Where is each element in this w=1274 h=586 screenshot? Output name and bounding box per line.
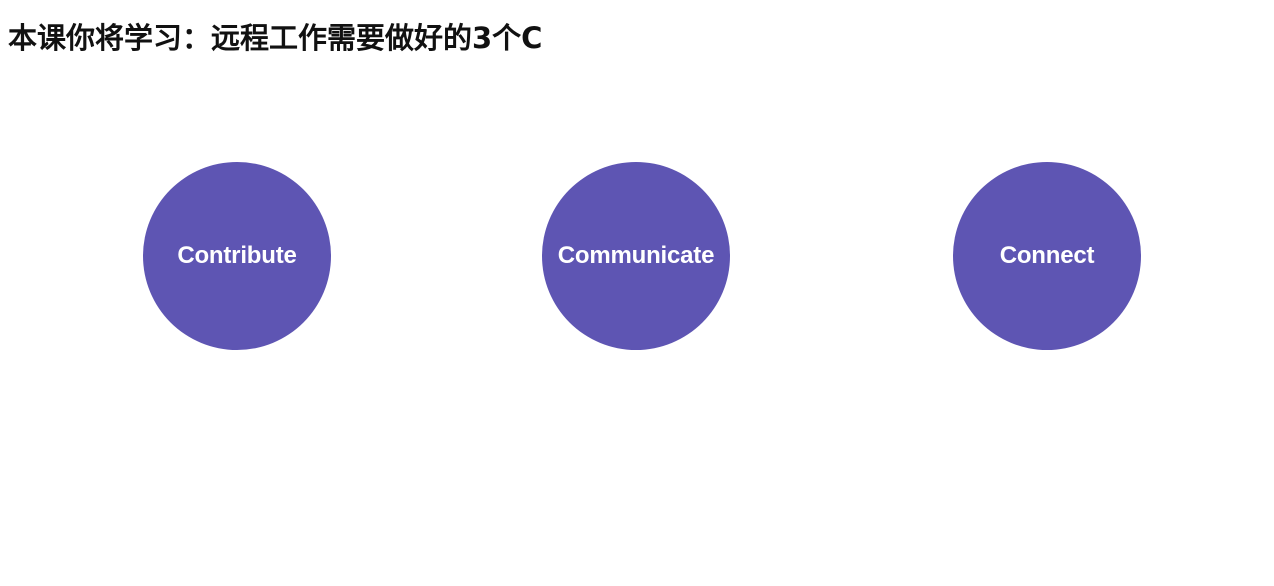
contribute-circle: Contribute — [143, 162, 331, 350]
contribute-label: Contribute — [177, 242, 297, 269]
slide: 本课你将学习：远程工作需要做好的3个C Contribute Communica… — [0, 0, 1274, 586]
three-c-diagram: Contribute Communicate Connect — [0, 0, 1274, 586]
communicate-label: Communicate — [557, 242, 715, 269]
connect-label: Connect — [999, 242, 1095, 269]
connect-circle: Connect — [953, 162, 1141, 350]
communicate-circle: Communicate — [542, 162, 730, 350]
